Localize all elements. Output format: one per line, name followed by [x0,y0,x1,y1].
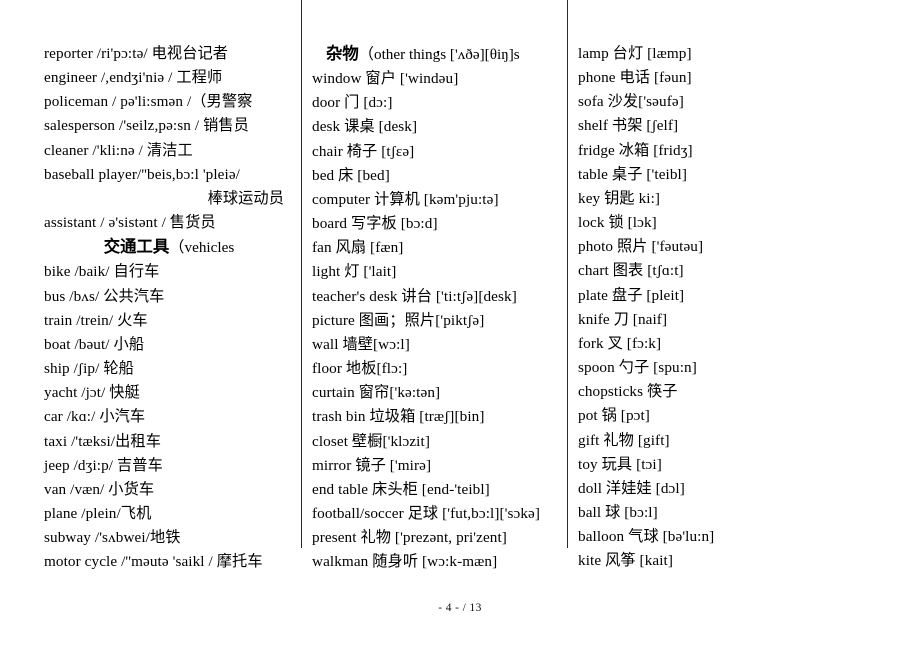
vocab-entry: fork 叉 [fɔ:k] [578,334,662,352]
vocab-entry: gift 礼物 [gift] [578,431,670,449]
vocab-entry: toy 玩具 [tɔi] [578,455,662,473]
vocab-entry: van /væn/ 小货车 [44,480,155,498]
vocab-entry: ship /ʃip/ 轮船 [44,360,134,378]
vocab-entry: football/soccer 足球 ['fut,bɔ:l]['sɔkə] [312,504,541,522]
vocab-entry: doll 洋娃娃 [dɔl] [578,479,685,497]
vocab-entry: balloon 气球 [bə'lu:n] [578,528,715,546]
vocab-entry: plate 盘子 [pleit] [578,286,685,304]
vocab-entry: phone 电话 [fəun] [578,69,692,87]
vocab-entry: table 桌子 ['teibl] [578,165,688,183]
vocab-entry: door 门 [dɔ:] [312,94,393,112]
vocab-entry: cleaner /'kli:nə / 清洁工 [44,141,193,159]
vocab-entry: baseball player/''beis,bɔ:l 'pleiə/ [44,165,240,183]
section-heading-english: （vehicles [169,239,235,257]
vocab-entry: end table 床头柜 [end-'teibl] [312,480,490,498]
section-heading-english: （other things ['ʌðə][θiŋ]s [358,46,520,63]
vocab-entry: sofa 沙发['səufə] [578,93,684,111]
vocab-entry: fridge 冰箱 [fridʒ] [578,141,693,159]
column-right: lamp 台灯 [læmp] phone 电话 [fəun] sofa 沙发['… [578,42,848,590]
vocab-entry-continuation: 棒球运动员 [207,189,284,207]
document-page: reporter /ri'pɔ:tə/ 电视台记者 engineer /,end… [0,0,920,651]
vocab-entry: chair 椅子 [tʃɛə] [312,142,415,160]
vocab-entry: ball 球 [bɔ:l] [578,503,658,521]
vocab-entry: trash bin 垃圾箱 [træʃ][bin] [312,408,485,426]
vocab-entry: knife 刀 [naif] [578,310,668,328]
vocab-entry: chopsticks 筷子 [578,383,678,401]
page-footer: - 4 - / 13 [438,602,482,614]
vocab-entry: motor cycle /''məutə 'saikl / 摩托车 [44,553,263,571]
vocab-entry: lock 锁 [lɔk] [578,214,657,232]
vocab-entry: present 礼物 ['prezənt, pri'zent] [312,529,507,547]
section-heading-other-things: 杂物（other things ['ʌðə][θiŋ]s [312,42,566,67]
vocab-entry: computer 计算机 [kəm'pju:tə] [312,190,499,208]
vocab-entry: teacher's desk 讲台 ['ti:tʃə][desk] [312,287,517,305]
vocab-entry: boat /bəut/ 小船 [44,335,145,353]
vocab-entry: subway /'sʌbwei/地铁 [44,529,181,547]
column-left: reporter /ri'pɔ:tə/ 电视台记者 engineer /,end… [44,42,294,590]
vocab-entry: plane /plein/飞机 [44,504,152,522]
vocab-entry: engineer /,endʒi'niə / 工程师 [44,69,223,87]
vocab-entry: picture 图画；照片['piktʃə] [312,311,485,329]
column-middle: 杂物（other things ['ʌðə][θiŋ]s window 窗户 [… [312,42,566,590]
vocab-entry: desk 课桌 [desk] [312,118,418,136]
vocab-entry: bus /bʌs/ 公共汽车 [44,287,165,305]
vocab-entry: spoon 勺子 [spu:n] [578,359,697,377]
vocab-entry: key 钥匙 ki:] [578,189,661,207]
section-heading-vehicles: 交通工具（vehicles [44,235,294,260]
vocab-entry: salesperson /'seilz,pə:sn / 销售员 [44,117,249,135]
vocab-entry: assistant / ə'sistənt / 售货员 [44,214,216,232]
vocab-entry: train /trein/ 火车 [44,311,148,329]
vocab-entry: car /kɑ:/ 小汽车 [44,408,146,426]
vocab-entry: taxi /'tæksi/出租车 [44,432,161,450]
vocab-entry: yacht /jɔt/ 快艇 [44,384,140,402]
vocab-entry: walkman 随身听 [wɔ:k-mæn] [312,553,498,571]
vocab-entry: kite 风筝 [kait] [578,552,674,570]
vocab-entry: lamp 台灯 [læmp] [578,45,692,62]
vocab-entry: jeep /dʒi:p/ 吉普车 [44,456,163,474]
vocab-entry: fan 风扇 [fæn] [312,239,404,257]
vocab-entry: shelf 书架 [ʃelf] [578,117,679,135]
vocab-entry: curtain 窗帘['kə:tən] [312,384,441,402]
section-heading-chinese: 杂物 [326,44,359,63]
vocab-entry: mirror 镜子 ['mirə] [312,456,432,474]
vocab-entry: floor 地板[flɔ:] [312,360,408,378]
section-heading-chinese: 交通工具 [103,237,170,257]
vocab-entry: pot 锅 [pɔt] [578,407,650,425]
vocab-entry: wall 墙壁[wɔ:l] [312,335,410,353]
vocab-entry: light 灯 ['lait] [312,263,397,281]
vocabulary-columns: reporter /ri'pɔ:tə/ 电视台记者 engineer /,end… [0,42,920,590]
vocab-entry: window 窗户 ['windəu] [312,70,459,88]
vocab-entry: bike /baik/ 自行车 [44,263,160,281]
vocab-entry: photo 照片 ['fəutəu] [578,238,704,256]
vocab-entry: chart 图表 [tʃɑ:t] [578,262,684,280]
vocab-entry: board 写字板 [bɔ:d] [312,215,438,233]
vocab-entry: reporter /ri'pɔ:tə/ 电视台记者 [44,45,229,62]
vocab-entry: closet 壁橱['klɔzit] [312,432,430,450]
vocab-entry: bed 床 [bed] [312,166,390,184]
vocab-entry: policeman / pə'li:smən /（男警察 [44,93,253,111]
